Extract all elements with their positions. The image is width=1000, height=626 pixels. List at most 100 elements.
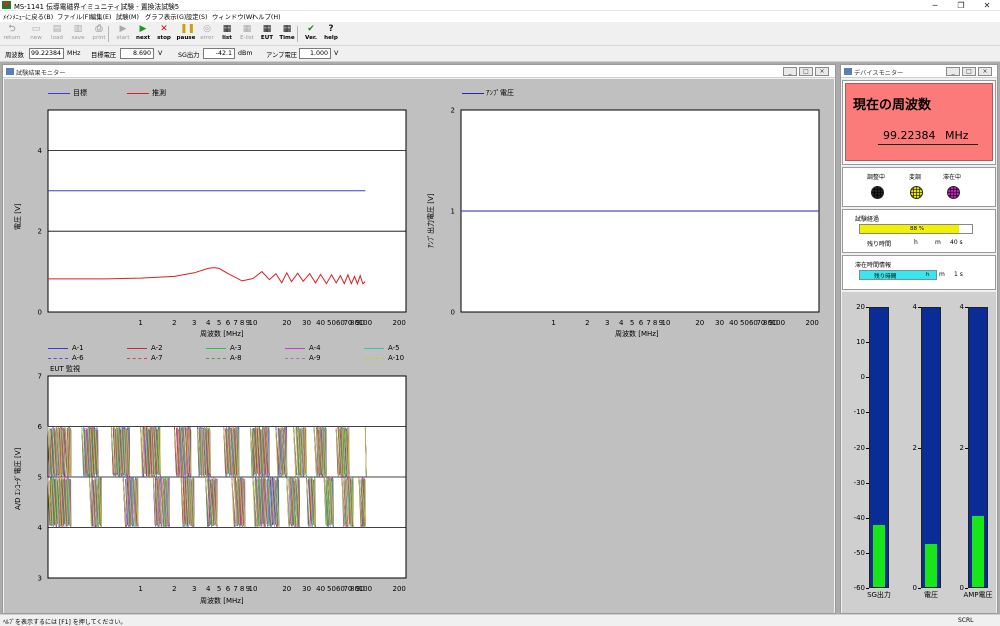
x-tick-label: 1 bbox=[551, 319, 555, 327]
meter-tick bbox=[866, 517, 869, 519]
current-frequency-unit: MHz bbox=[945, 129, 969, 142]
lamp-label-modulation: 変調 bbox=[909, 174, 922, 181]
x-tick-label: 4 bbox=[206, 585, 211, 593]
meter-tick-label: -20 bbox=[853, 443, 865, 452]
dwell-seconds: 1 s bbox=[954, 271, 963, 278]
y-tick-label: 5 bbox=[38, 474, 42, 482]
legend-a-8-line bbox=[206, 358, 226, 359]
status-bar: ﾍﾙﾌﾟを表示するには [F1] を押してください。 SCRL bbox=[0, 614, 1000, 626]
meter-tick-label: 2 bbox=[912, 443, 917, 452]
y-tick-label: 1 bbox=[451, 208, 455, 216]
progress-text: 88 % bbox=[910, 226, 925, 232]
y-tick-label: 4 bbox=[38, 524, 43, 532]
x-tick-label: 200 bbox=[392, 585, 405, 593]
meter-tick bbox=[866, 482, 869, 484]
meter-tick-label: 2 bbox=[959, 443, 964, 452]
legend-a-1: A-1 bbox=[72, 344, 84, 352]
legend-a-10-line bbox=[364, 358, 384, 359]
x-tick-label: 100 bbox=[359, 319, 372, 327]
remaining-seconds: 40 s bbox=[950, 239, 963, 246]
x-tick-label: 8 bbox=[240, 319, 244, 327]
y-tick-label: 4 bbox=[38, 147, 43, 155]
adjusting-lamp-icon bbox=[871, 186, 884, 199]
meter-tick bbox=[866, 447, 869, 449]
meter-tick-label: -30 bbox=[853, 478, 865, 487]
meter-tick bbox=[866, 412, 869, 414]
x-tick-label: 30 bbox=[302, 319, 311, 327]
x-tick-label: 30 bbox=[715, 319, 724, 327]
remaining-hours: h bbox=[914, 239, 918, 246]
dwell-title: 滞在時間情報 bbox=[855, 262, 892, 269]
eut-burst bbox=[47, 476, 72, 528]
remaining-minutes: m bbox=[935, 239, 941, 246]
x-tick-label: 5 bbox=[630, 319, 634, 327]
legend-a-5: A-5 bbox=[388, 344, 400, 352]
meter-2-fill bbox=[972, 515, 984, 587]
device-title: デバイスモニター bbox=[854, 70, 904, 77]
legend-target: 目標 bbox=[73, 89, 87, 97]
y-tick-label: 3 bbox=[38, 575, 42, 583]
legend-a-10: A-10 bbox=[388, 354, 405, 362]
legend-amp: ｱﾝﾌﾟ電圧 bbox=[486, 89, 514, 97]
device-minimize-button[interactable]: _ bbox=[946, 67, 960, 76]
remaining-time-label: 残り時間 bbox=[867, 241, 892, 248]
meter-tick bbox=[866, 342, 869, 344]
dwelling-lamp-icon bbox=[947, 186, 960, 199]
eut-burst bbox=[47, 426, 72, 478]
x-tick-label: 10 bbox=[249, 585, 258, 593]
meter-tick-label: 20 bbox=[856, 303, 865, 311]
device-close-button[interactable]: × bbox=[978, 67, 992, 76]
current-frequency-value: 99.22384 bbox=[883, 129, 936, 142]
y-tick-label: 2 bbox=[38, 228, 42, 236]
x-tick-label: 7 bbox=[233, 585, 237, 593]
legend-a-3-line bbox=[206, 348, 226, 349]
top-left-ylabel: 電圧 [V] bbox=[14, 203, 22, 230]
x-tick-label: 4 bbox=[619, 319, 624, 327]
meter-2-label: AMP電圧 bbox=[963, 591, 993, 599]
meter-1-column bbox=[921, 307, 941, 588]
top-right-xlabel: 周波数 [MHz] bbox=[615, 330, 659, 338]
x-tick-label: 40 bbox=[316, 319, 325, 327]
progress-title: 試験経過 bbox=[855, 216, 880, 223]
y-tick-label: 2 bbox=[451, 107, 455, 115]
x-tick-label: 1 bbox=[138, 319, 142, 327]
bottom-xlabel: 周波数 [MHz] bbox=[200, 597, 244, 605]
legend-a-4-line bbox=[285, 348, 305, 349]
eut-burst bbox=[180, 476, 195, 528]
dwell-minutes: m bbox=[939, 271, 945, 278]
meter-tick bbox=[918, 588, 921, 589]
legend-a-5-line bbox=[364, 348, 384, 349]
meter-tick bbox=[965, 447, 968, 449]
dwell-bar-fill bbox=[860, 271, 936, 279]
x-tick-label: 50 bbox=[327, 585, 336, 593]
lamp-label-adjusting: 調整中 bbox=[867, 174, 886, 181]
x-tick-label: 3 bbox=[192, 585, 196, 593]
eut-burst bbox=[341, 477, 354, 528]
legend-amp-line bbox=[462, 93, 484, 94]
lamp-label-dwelling: 滞在中 bbox=[943, 174, 962, 181]
current-frequency-box: 現在の周波数 99.22384 MHz bbox=[845, 83, 993, 161]
eut-burst bbox=[231, 477, 246, 528]
y-tick-label: 6 bbox=[38, 423, 43, 431]
x-tick-label: 40 bbox=[316, 585, 325, 593]
legend-a-9-line bbox=[285, 358, 305, 359]
x-tick-label: 6 bbox=[226, 319, 231, 327]
meter-tick-label: -10 bbox=[853, 408, 865, 417]
x-tick-label: 5 bbox=[217, 319, 221, 327]
device-title-bar: デバイスモニター _ □ × bbox=[841, 65, 997, 78]
x-tick-label: 3 bbox=[605, 319, 609, 327]
legend-a-6-line bbox=[48, 358, 68, 359]
x-tick-label: 200 bbox=[805, 319, 818, 327]
x-tick-label: 50 bbox=[740, 319, 749, 327]
progress-bar: 88 % bbox=[859, 224, 973, 234]
current-frequency-title: 現在の周波数 bbox=[853, 98, 932, 113]
meter-0-fill bbox=[873, 524, 885, 587]
meter-tick bbox=[965, 307, 968, 308]
meter-tick bbox=[866, 377, 869, 379]
dwell-label: 残り時間 bbox=[874, 274, 897, 280]
x-tick-label: 10 bbox=[662, 319, 671, 327]
x-tick-label: 3 bbox=[192, 319, 196, 327]
meter-tick bbox=[866, 552, 869, 554]
device-restore-button[interactable]: □ bbox=[962, 67, 976, 76]
meter-tick bbox=[918, 447, 921, 449]
